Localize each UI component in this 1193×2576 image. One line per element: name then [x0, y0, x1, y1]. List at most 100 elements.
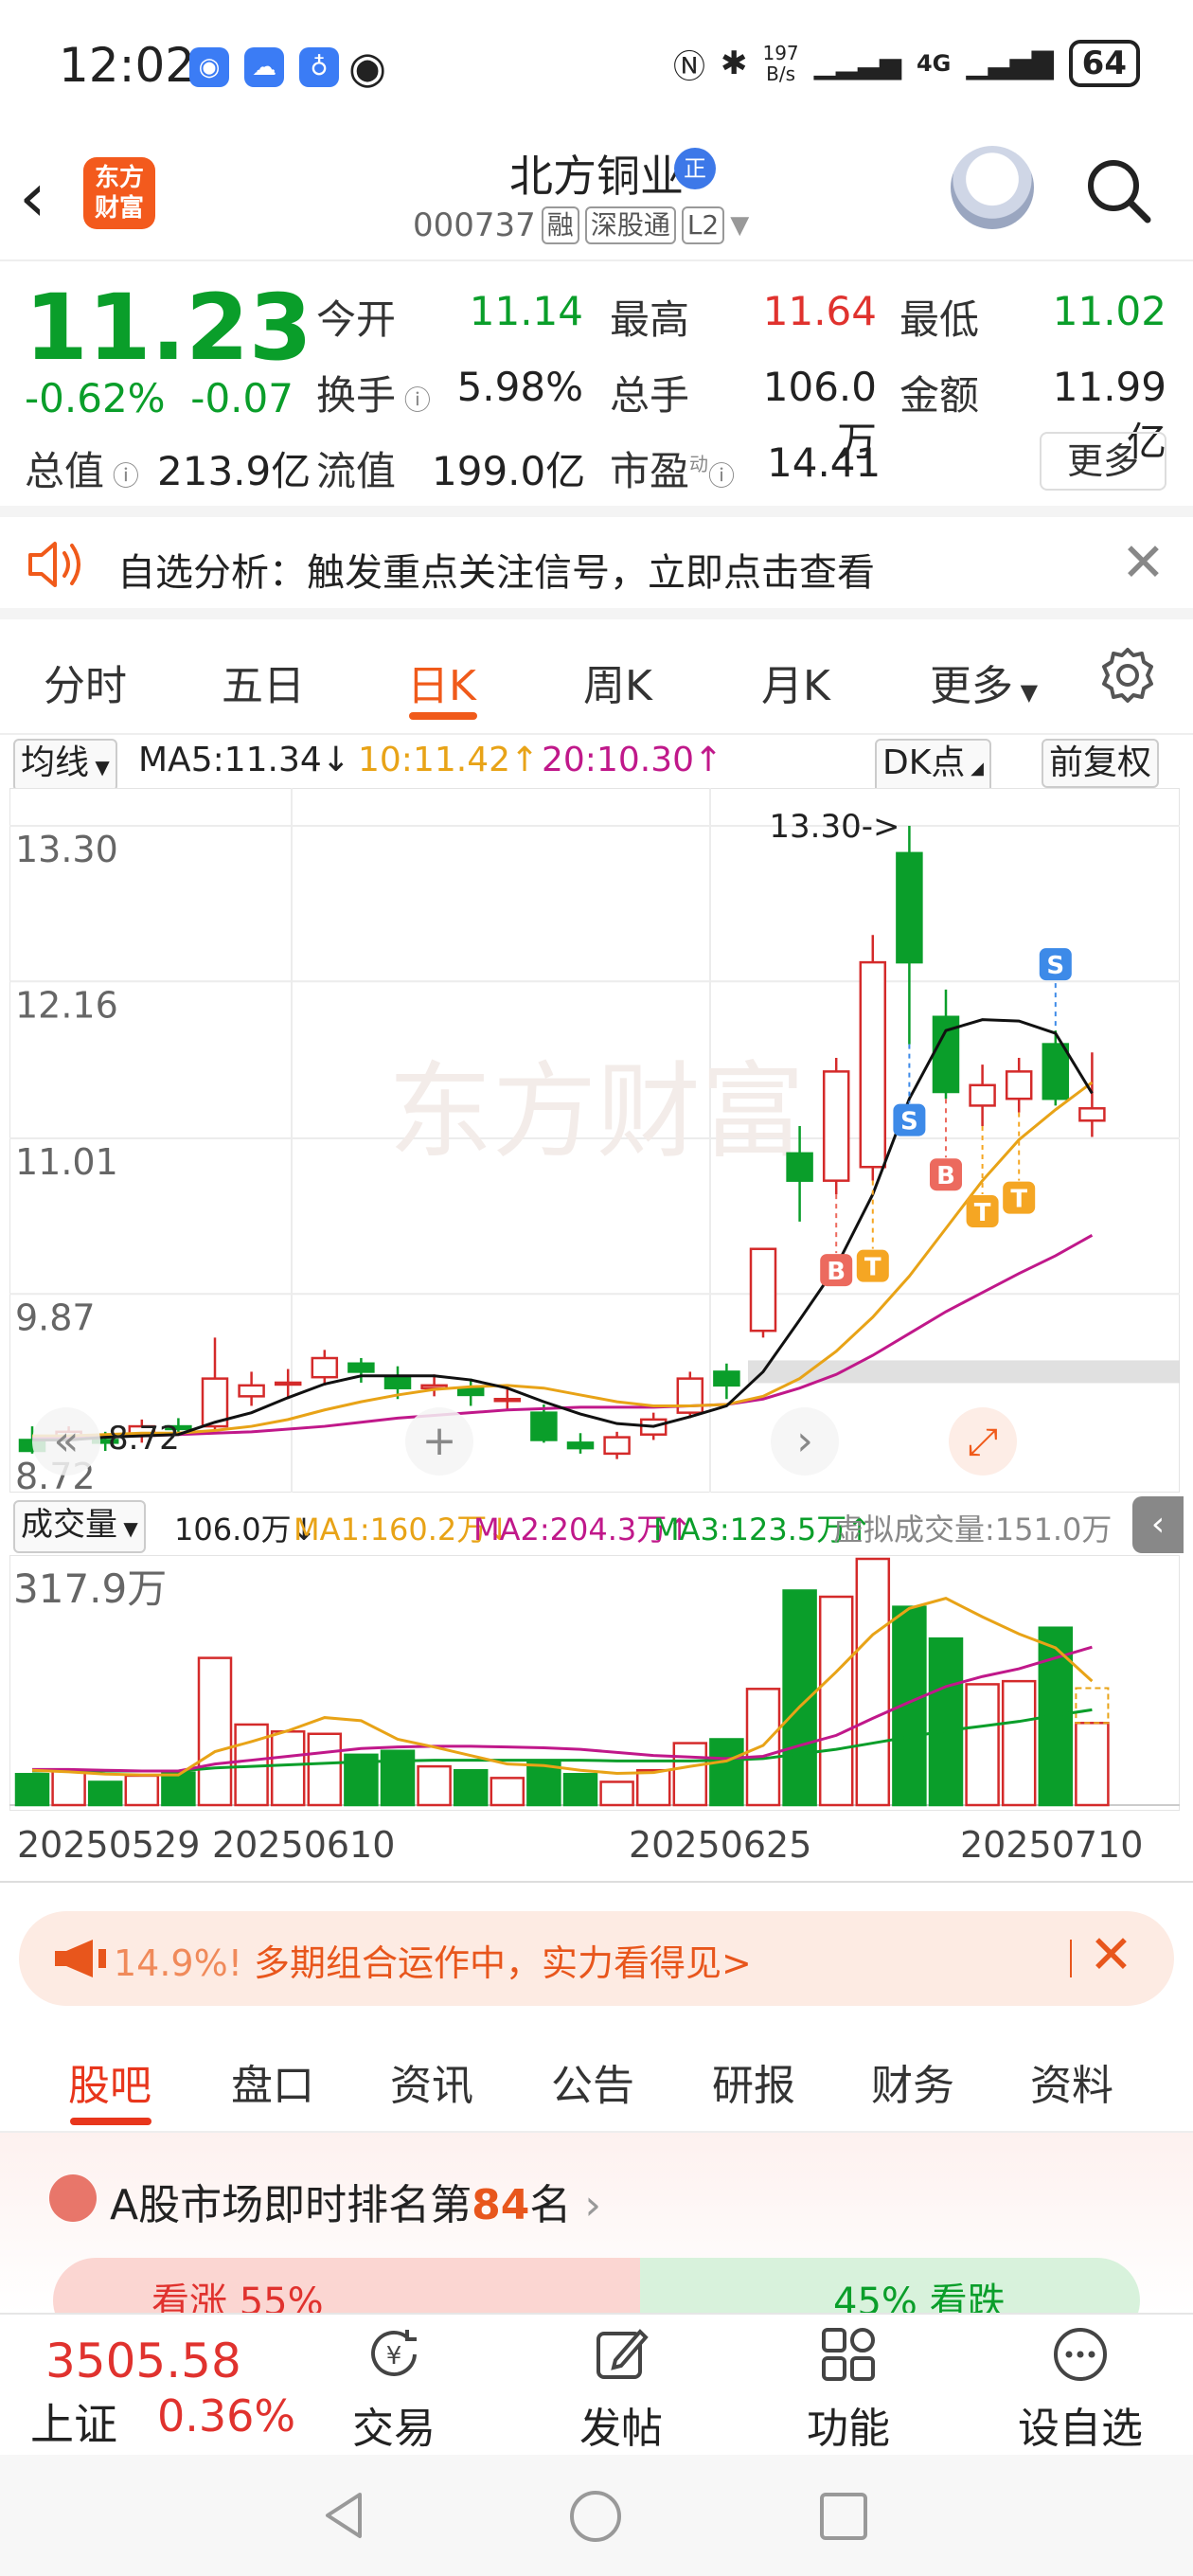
volume-bar: [1075, 1722, 1110, 1807]
tab-daily-k[interactable]: 日K: [407, 652, 476, 712]
volume-legend: 成交量 ▼ 106.0万↓ MA1:160.2万↓ MA2:204.3万↑ MA…: [0, 1493, 1193, 1555]
candle-body: [713, 1370, 740, 1387]
search-icon[interactable]: [1083, 155, 1153, 225]
tab-news[interactable]: 资讯: [390, 2051, 473, 2112]
volume-bar: [270, 1730, 306, 1807]
analysis-alert-bar[interactable]: 自选分析：触发重点关注信号，立即点击查看 ✕: [0, 517, 1193, 619]
tab-more[interactable]: 更多 ▼: [930, 652, 1038, 712]
tab-five-day[interactable]: 五日: [222, 652, 305, 712]
volume-bar: [490, 1777, 525, 1807]
functions-button[interactable]: 功能: [773, 2324, 924, 2455]
more-button[interactable]: 更多: [1040, 432, 1166, 491]
volume-bar: [14, 1773, 50, 1807]
nav-home-icon[interactable]: [568, 2489, 623, 2544]
chart-nav-icon: «: [54, 1417, 80, 1465]
turnover-label: 换手 ⓘ: [316, 372, 431, 419]
candle-body: [566, 1441, 595, 1450]
support-band: [748, 1360, 1180, 1384]
float-value-label: 流值: [316, 448, 397, 494]
functions-label: 功能: [807, 2405, 890, 2453]
stock-code-line: 000737 融 深股通 L2 ▼: [413, 206, 749, 244]
candle-body: [749, 1247, 777, 1333]
candlestick-chart[interactable]: 东方财富13.3012.1611.019.878.72B TSBT TS13.30-…: [9, 788, 1180, 1493]
tab-order-book[interactable]: 盘口: [231, 2051, 314, 2112]
volume-bar: [526, 1761, 561, 1807]
robot-assistant-icon[interactable]: [951, 146, 1034, 229]
volume-chart[interactable]: 317.9万: [9, 1555, 1180, 1811]
edit-icon: [596, 2329, 649, 2379]
ranking-text[interactable]: A股市场即时排名第84名 ›: [110, 2171, 601, 2231]
app-logo: 东方 财富: [83, 157, 155, 229]
index-value[interactable]: 3505.58: [45, 2334, 241, 2388]
chart-nav-icon: +: [422, 1417, 457, 1465]
tab-research[interactable]: 研报: [712, 2051, 795, 2112]
adjust-selector[interactable]: 前复权: [1042, 739, 1160, 788]
volume-bar: [307, 1732, 343, 1807]
signal-label: S: [1046, 952, 1064, 980]
alert-text[interactable]: 自选分析：触发重点关注信号，立即点击查看: [117, 542, 875, 597]
collapse-panel-icon[interactable]: ‹: [1132, 1496, 1184, 1553]
stock-code: 000737: [413, 206, 536, 244]
active-tab-underline: [70, 2118, 151, 2125]
post-label: 发帖: [579, 2405, 663, 2453]
ma20-value: 20:10.30↑: [542, 741, 723, 779]
tab-weekly-k[interactable]: 周K: [583, 652, 652, 712]
bluetooth-icon: ✱: [720, 45, 748, 82]
signal-icon: ▁▂▃▅: [813, 46, 901, 80]
tab-forum[interactable]: 股吧: [68, 2051, 151, 2112]
yen-cycle-icon: ¥: [371, 2330, 417, 2376]
nav-recents-icon[interactable]: [818, 2491, 869, 2542]
indicator-selector[interactable]: 均线 ▼: [13, 739, 117, 792]
nav-back-icon[interactable]: [318, 2489, 371, 2542]
active-tab-underline: [409, 712, 477, 720]
volume-bar: [51, 1768, 86, 1807]
trade-button[interactable]: ¥ 交易: [318, 2324, 470, 2455]
volume-bar: [855, 1557, 891, 1807]
tab-intraday[interactable]: 分时: [44, 652, 127, 712]
promo-text[interactable]: 14.9%! 多期组合运作中，实力看得见>: [114, 1934, 752, 1986]
more-dots-icon: [1054, 2328, 1107, 2381]
low-label: 最低: [899, 296, 980, 343]
signal-label: S: [900, 1108, 918, 1136]
trade-label: 交易: [352, 2405, 436, 2453]
high-value: 11.64: [762, 288, 877, 334]
pe-value: 14.41: [767, 439, 881, 486]
promo-banner[interactable]: 14.9%! 多期组合运作中，实力看得见> ✕: [19, 1911, 1174, 2006]
gear-icon[interactable]: [1098, 646, 1157, 705]
close-icon[interactable]: ✕: [1089, 1924, 1133, 1986]
candle-body: [456, 1386, 485, 1397]
add-watchlist-button[interactable]: 设自选: [1000, 2324, 1161, 2455]
post-button[interactable]: 发帖: [545, 2324, 697, 2455]
cloud-icon: ☁: [244, 47, 284, 87]
candle-body: [347, 1362, 375, 1373]
tab-financials[interactable]: 财务: [871, 2051, 954, 2112]
chevron-down-icon[interactable]: ▼: [730, 211, 749, 240]
volume-max-label: 317.9万: [13, 1565, 167, 1612]
ranking-section[interactable]: A股市场即时排名第84名 › 看涨 55% 45% 看跌: [0, 2133, 1193, 2343]
index-name[interactable]: 上证: [30, 2390, 117, 2453]
index-percent[interactable]: 0.36%: [157, 2390, 295, 2442]
volume-bar: [562, 1773, 598, 1807]
candle-body: [530, 1411, 558, 1441]
candle-body: [238, 1384, 265, 1398]
net-speed-unit: B/s: [766, 63, 796, 85]
price-change: -0.62% -0.07: [25, 375, 294, 421]
add-watchlist-label: 设自选: [1018, 2405, 1143, 2453]
dk-point-toggle[interactable]: DK点 ◢: [875, 739, 991, 794]
tab-profile[interactable]: 资料: [1030, 2051, 1113, 2112]
high-label: 最高: [610, 296, 690, 343]
close-icon[interactable]: ✕: [1121, 532, 1166, 594]
candle-body: [896, 851, 923, 964]
volume-bar: [745, 1688, 781, 1807]
watermark: 东方财富: [388, 1051, 805, 1172]
volume-selector[interactable]: 成交量 ▼: [13, 1500, 146, 1553]
tab-monthly-k[interactable]: 月K: [761, 652, 830, 712]
tag-level2: L2: [681, 206, 725, 244]
candle-body: [859, 960, 887, 1169]
candle-body: [274, 1381, 302, 1386]
tab-announcements[interactable]: 公告: [551, 2051, 634, 2112]
stock-name[interactable]: 北方铜业: [407, 142, 786, 205]
signal-label: T: [864, 1254, 881, 1282]
volume-bar: [928, 1637, 964, 1807]
back-icon[interactable]: ‹: [19, 159, 76, 235]
